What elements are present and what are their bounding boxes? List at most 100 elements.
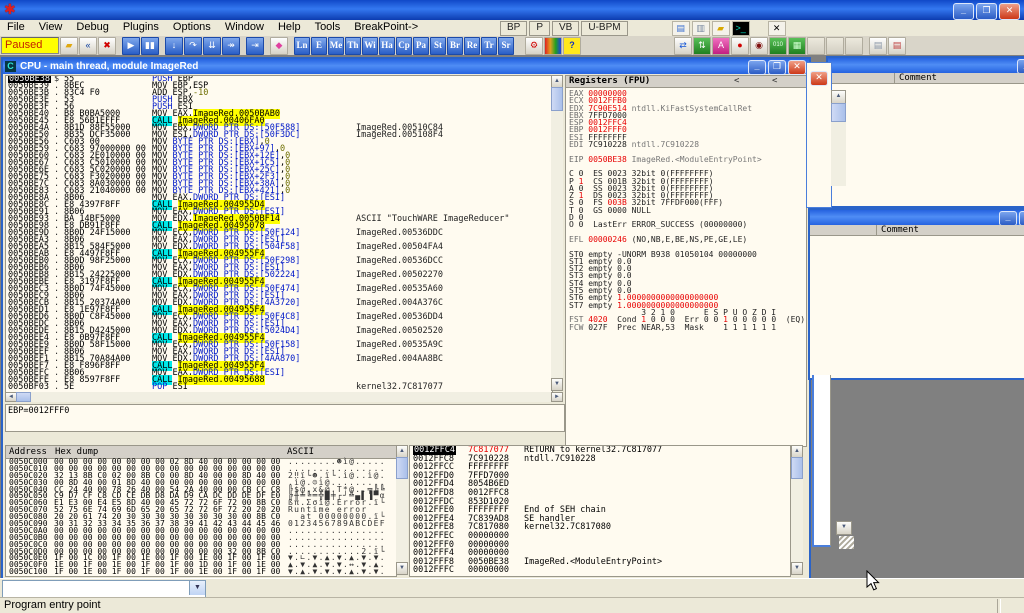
pane-button-th[interactable]: Th (345, 37, 361, 55)
menu-item-help[interactable]: Help (271, 20, 308, 34)
animate-into-icon[interactable]: ⇊ (203, 37, 221, 55)
cpu-window[interactable]: C CPU - main thread, module ImageRed _ ❐… (1, 57, 811, 580)
stack-pane[interactable]: 0012FFC47C817077RETURN to kernel32.7C817… (409, 445, 791, 577)
binary-icon[interactable]: 010 (769, 37, 787, 55)
column-header-comment[interactable]: Comment (895, 73, 1024, 84)
menu-item-view[interactable]: View (32, 20, 70, 34)
stack-row[interactable]: 0012FFC87C910228ntdll.7C910228 (410, 455, 790, 464)
scroll-thumb[interactable] (396, 457, 408, 479)
menu-item-window[interactable]: Window (218, 20, 271, 34)
scroll-down-icon[interactable]: ▼ (836, 521, 852, 535)
pane-button-ha[interactable]: Ha (379, 37, 395, 55)
dump-pane[interactable]: Address Hex dump ASCII 0050C00000 00 00 … (5, 445, 397, 577)
scroll-right-icon[interactable]: ► (551, 392, 563, 402)
compare-icon[interactable]: ⇅ (693, 37, 711, 55)
menu-item-options[interactable]: Options (166, 20, 218, 34)
pane-button-st[interactable]: St (430, 37, 446, 55)
stack-vscrollbar[interactable]: ▲ ▼ (791, 445, 803, 575)
scroll-thumb[interactable] (551, 87, 563, 111)
scroll-thumb[interactable] (16, 392, 31, 402)
cpu-close-button[interactable]: ✕ (788, 60, 806, 75)
hidden-window-fragment-top[interactable]: ✕ ▲ (806, 62, 848, 206)
disasm-vscrollbar[interactable]: ▲ ▼ (551, 75, 563, 391)
register-line[interactable]: FCW 027F Prec NEAR,53 Mask 1 1 1 1 1 1 (569, 324, 806, 331)
goto-icon[interactable]: ◆ (270, 37, 288, 55)
register-line[interactable]: EDI 7C910228 ntdll.7C910228 (569, 141, 806, 148)
minimize-button[interactable]: _ (1017, 59, 1024, 74)
pause-icon[interactable]: ▮▮ (141, 37, 159, 55)
register-line[interactable]: O 0 LastErr ERROR_SUCCESS (00000000) (569, 221, 806, 228)
pane-button-re[interactable]: Re (464, 37, 480, 55)
side-window-bottom[interactable]: _ ❐ ✕ Comment ▲ ▼ (808, 208, 1024, 380)
menu-button-p[interactable]: P (529, 21, 550, 36)
log-icon[interactable]: ▤ (888, 37, 906, 55)
minimize-button[interactable]: _ (999, 211, 1017, 226)
pane-button-cp[interactable]: Cp (396, 37, 412, 55)
stack-row[interactable]: 0012FFF80050BE38ImageRed.<ModuleEntryPoi… (410, 558, 790, 567)
disasm-row[interactable]: 0050BEFE.E8 8597F8FFCALL ImageRed.004956… (6, 377, 552, 384)
scroll-down-icon[interactable]: ▼ (551, 378, 563, 391)
pane-button-ln[interactable]: Ln (294, 37, 310, 55)
info-pane[interactable]: EBP=0012FFF0 (5, 404, 565, 432)
run-icon[interactable]: ▶ (122, 37, 140, 55)
stack-row[interactable]: 0012FFF000000000 (410, 541, 790, 550)
hidden-window-vscrollbar[interactable]: ▲ (831, 90, 846, 186)
pane-button-sr[interactable]: Sr (498, 37, 514, 55)
stack-row[interactable]: 0012FFD07FFD7000 (410, 472, 790, 481)
register-line[interactable]: EIP 0050BE38 ImageRed.<ModuleEntryPoint> (569, 156, 806, 163)
resize-grip[interactable] (839, 536, 854, 549)
disasm-row[interactable]: 0050BF03.5EPOP ESIkernel32.7C817077 (6, 384, 552, 391)
dump-vscrollbar[interactable]: ▲ ▼ (396, 445, 408, 575)
scroll-up-icon[interactable]: ▲ (831, 90, 846, 104)
registers-pane[interactable]: Registers (FPU) < < EAX 00000000ECX 0012… (565, 75, 807, 447)
register-line[interactable]: T 0 GS 0000 NULL (569, 207, 806, 214)
menu-button-u-bpm[interactable]: U-BPM (581, 21, 627, 36)
menu-item-tools[interactable]: Tools (308, 20, 348, 34)
disasm-row[interactable]: 0050BE3B.83C4 F0ADD ESP,-10 (6, 90, 552, 97)
stack-row[interactable]: 0012FFCCFFFFFFFF (410, 463, 790, 472)
main-titlebar[interactable]: ✱ _ ❐ ✕ (0, 0, 1024, 20)
side-window-top-titlebar[interactable]: _ ❐ ✕ (828, 58, 1024, 73)
chevron-down-icon[interactable]: ▼ (189, 581, 205, 595)
report-icon[interactable]: ▤ (869, 37, 887, 55)
doc-icon[interactable]: ▥ (692, 21, 710, 36)
side-window-bottom-titlebar[interactable]: _ ❐ ✕ (810, 210, 1024, 225)
scroll-thumb[interactable] (791, 457, 803, 479)
menu-button-bp[interactable]: BP (500, 21, 527, 36)
menu-button-vb[interactable]: VB (552, 21, 579, 36)
menu-item-breakpoint[interactable]: BreakPoint-> (347, 20, 425, 34)
animate-over-icon[interactable]: ↠ (222, 37, 240, 55)
close-process-icon[interactable]: ✖ (98, 37, 116, 55)
pane-prev2-icon[interactable]: < (772, 76, 777, 87)
command-combobox[interactable]: ▼ (2, 580, 206, 598)
menu-item-debug[interactable]: Debug (69, 20, 115, 34)
restart-icon[interactable]: « (79, 37, 97, 55)
menu-item-plugins[interactable]: Plugins (116, 20, 166, 34)
console-icon[interactable]: >_ (732, 21, 750, 36)
stack-row[interactable]: 0012FFC47C817077RETURN to kernel32.7C817… (410, 446, 790, 455)
side-window-top[interactable]: _ ❐ ✕ Comment ▲ ▼ (826, 56, 1024, 208)
stack-row[interactable]: 0012FFD80012FFC8 (410, 489, 790, 498)
step-into-icon[interactable]: ↓ (165, 37, 183, 55)
window-grid-icon[interactable]: ▦ (788, 37, 806, 55)
record-icon[interactable]: ● (731, 37, 749, 55)
pane-button-wi[interactable]: Wi (362, 37, 378, 55)
column-header-comment[interactable]: Comment (877, 225, 1024, 236)
cpu-window-titlebar[interactable]: C CPU - main thread, module ImageRed _ ❐… (3, 59, 809, 74)
till-return-icon[interactable]: ⇥ (246, 37, 264, 55)
options-gear-icon[interactable]: ⚙ (525, 37, 543, 55)
step-over-icon[interactable]: ↷ (184, 37, 202, 55)
pane-button-me[interactable]: Me (328, 37, 344, 55)
swap-panes-icon[interactable]: ⇄ (674, 37, 692, 55)
notes-icon[interactable]: ▤ (672, 21, 690, 36)
disasm-row[interactable]: 0050BE3E.53PUSH EBX (6, 97, 552, 104)
help-icon[interactable]: ? (563, 37, 581, 55)
restore-button[interactable]: ❐ (976, 3, 997, 20)
scroll-down-icon[interactable]: ▼ (791, 562, 803, 575)
assemble-icon[interactable]: A (712, 37, 730, 55)
menu-close-icon[interactable]: ✕ (768, 21, 786, 36)
pane-button-pa[interactable]: Pa (413, 37, 429, 55)
close-button[interactable]: ✕ (999, 3, 1020, 20)
pane-button-tr[interactable]: Tr (481, 37, 497, 55)
column-header-blank[interactable] (810, 225, 877, 236)
